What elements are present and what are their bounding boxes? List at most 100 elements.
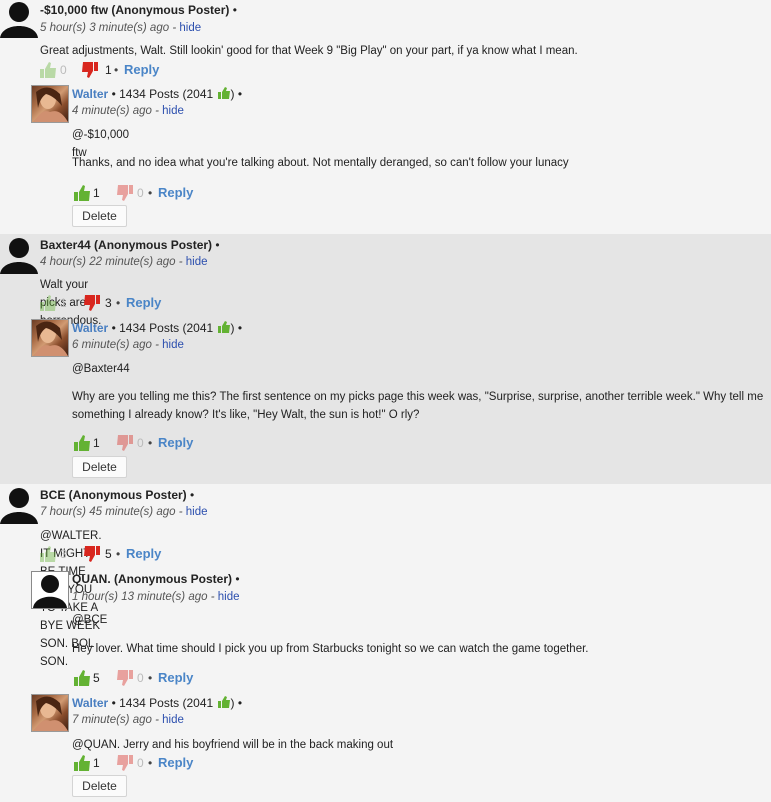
avatar[interactable] (31, 85, 69, 123)
timestamp: 5 hour(s) 3 minute(s) ago (40, 22, 170, 34)
hide-link[interactable]: hide (162, 105, 184, 117)
downvote-count: 5 (105, 547, 112, 561)
downvote-count: 0 (137, 756, 144, 770)
delete-button[interactable]: Delete (72, 205, 127, 227)
mention: @BCE (72, 614, 108, 626)
timestamp: 7 minute(s) ago (72, 714, 152, 726)
author-name[interactable]: Baxter44 (Anonymous Poster) (40, 238, 212, 252)
avatar[interactable] (31, 319, 69, 357)
avatar[interactable] (31, 694, 69, 732)
timestamp: 1 hour(s) 13 minute(s) ago (72, 591, 208, 603)
author-name[interactable]: Walter (72, 87, 108, 101)
thumbs-up-icon (217, 696, 231, 712)
separator: • (235, 572, 240, 586)
post-count: 1434 Posts (2041 (119, 87, 214, 101)
reply-button[interactable]: Reply (126, 546, 161, 561)
separator: • (190, 488, 195, 502)
comment-body: @QUAN. Jerry and his boyfriend will be i… (72, 739, 394, 751)
person-silhouette-icon (0, 238, 38, 274)
separator: - (155, 105, 159, 117)
thumbs-down-icon[interactable] (115, 753, 135, 776)
thumbs-down-icon[interactable] (82, 293, 102, 316)
thumbs-down-icon[interactable] (82, 544, 102, 567)
reply-button[interactable]: Reply (124, 62, 159, 77)
thumbs-down-icon[interactable] (115, 433, 135, 456)
timestamp: 4 hour(s) 22 minute(s) ago (40, 256, 176, 268)
reply-button[interactable]: Reply (126, 295, 161, 310)
comment-thread: BCE (Anonymous Poster) • 7 hour(s) 45 mi… (0, 484, 771, 802)
post-count: 1434 Posts (2041 (119, 696, 214, 710)
reply-button[interactable]: Reply (158, 185, 193, 200)
author-name[interactable]: QUAN. (Anonymous Poster) (72, 572, 232, 586)
author-name[interactable]: Walter (72, 321, 108, 335)
thumbs-up-icon[interactable] (72, 183, 92, 206)
reply-button[interactable]: Reply (158, 755, 193, 770)
thumbs-down-icon[interactable] (80, 60, 100, 83)
comment-body: Thanks, and no idea what you're talking … (72, 157, 569, 169)
downvote-count: 1 (105, 63, 112, 77)
mention: @Baxter44 (72, 363, 130, 375)
person-silhouette-icon (0, 2, 38, 38)
comment-thread: Baxter44 (Anonymous Poster) • 4 hour(s) … (0, 234, 771, 484)
author-name[interactable]: Walter (72, 696, 108, 710)
separator: - (155, 339, 159, 351)
separator: • (237, 321, 243, 335)
hide-link[interactable]: hide (186, 506, 208, 518)
author-name[interactable]: BCE (Anonymous Poster) (40, 488, 187, 502)
hide-link[interactable]: hide (162, 339, 184, 351)
upvote-count: 3 (60, 547, 67, 561)
upvote-count: 5 (93, 671, 100, 685)
person-silhouette-icon (33, 575, 67, 608)
timestamp: 4 minute(s) ago (72, 105, 152, 117)
avatar[interactable] (0, 0, 38, 38)
delete-button[interactable]: Delete (72, 775, 127, 797)
separator: - (155, 714, 159, 726)
avatar[interactable] (0, 486, 38, 524)
comment-body: Great adjustments, Walt. Still lookin' g… (40, 45, 578, 57)
thumbs-up-icon[interactable] (38, 544, 58, 567)
thumbs-up-icon[interactable] (38, 60, 58, 83)
separator: - (178, 506, 183, 518)
thumbs-down-icon[interactable] (115, 668, 135, 691)
comment-body: Why are you telling me this? The first s… (72, 391, 764, 421)
comment-thread: -$10,000 ftw (Anonymous Poster) • 5 hour… (0, 0, 771, 234)
hide-link[interactable]: hide (218, 591, 240, 603)
hide-link[interactable]: hide (162, 714, 184, 726)
reply-button[interactable]: Reply (158, 435, 193, 450)
separator: - (178, 256, 183, 268)
thumbs-up-icon[interactable] (72, 433, 92, 456)
thumbs-up-icon[interactable] (72, 753, 92, 776)
downvote-count: 0 (137, 436, 144, 450)
avatar[interactable] (31, 571, 69, 609)
separator: • (237, 87, 243, 101)
thumbs-up-icon[interactable] (38, 293, 58, 316)
post-count: 1434 Posts (2041 (119, 321, 214, 335)
upvote-count: 1 (93, 436, 100, 450)
reply-button[interactable]: Reply (158, 670, 193, 685)
downvote-count: 0 (137, 186, 144, 200)
delete-button[interactable]: Delete (72, 456, 127, 478)
downvote-count: 0 (137, 671, 144, 685)
timestamp: 7 hour(s) 45 minute(s) ago (40, 506, 176, 518)
separator: • (215, 238, 220, 252)
author-name[interactable]: -$10,000 ftw (Anonymous Poster) (40, 3, 229, 17)
separator: - (210, 591, 215, 603)
thumbs-up-icon (217, 321, 231, 337)
separator: - (172, 22, 177, 34)
walter-profile-photo-icon (34, 321, 68, 356)
hide-link[interactable]: hide (179, 22, 201, 34)
thumbs-up-icon[interactable] (72, 668, 92, 691)
thumbs-down-icon[interactable] (115, 183, 135, 206)
thumbs-up-icon (217, 87, 231, 103)
separator: • (237, 696, 243, 710)
timestamp: 6 minute(s) ago (72, 339, 152, 351)
upvote-count: 0 (60, 63, 67, 77)
avatar[interactable] (0, 236, 38, 274)
upvote-count: 1 (60, 296, 67, 310)
comment-body: Hey lover. What time should I pick you u… (72, 643, 589, 655)
hide-link[interactable]: hide (186, 256, 208, 268)
upvote-count: 1 (93, 756, 100, 770)
upvote-count: 1 (93, 186, 100, 200)
separator: • (232, 3, 237, 17)
downvote-count: 3 (105, 296, 112, 310)
